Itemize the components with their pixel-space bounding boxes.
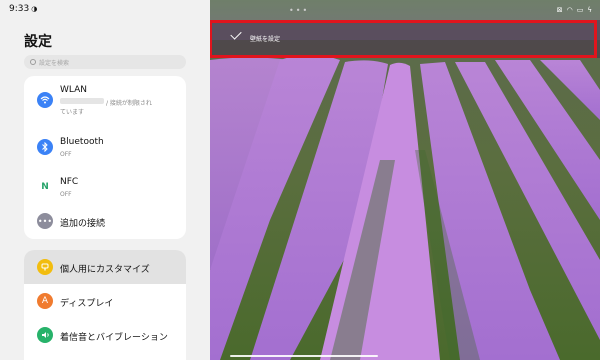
settings-pane: 9:33 ◑ 設定 設定を検索 WLAN / 接続が制限され ています Bluet… <box>0 0 210 360</box>
home-indicator[interactable] <box>210 355 600 357</box>
settings-item-more-connections[interactable]: ••• 追加の接続 <box>24 209 186 239</box>
settings-item-nfc[interactable]: N NFC OFF <box>24 171 186 205</box>
search-input[interactable]: 設定を検索 <box>24 55 186 69</box>
settings-item-status: ています <box>60 109 85 116</box>
settings-item-wlan[interactable]: WLAN / 接続が制限され ています <box>24 76 186 126</box>
wallpaper-preview: ••• ⊠ ◠ ▭ ϟ 壁紙を設定 <box>210 0 600 360</box>
settings-item-status: / 接続が制限され <box>106 100 152 107</box>
do-not-disturb-icon: ◑ <box>31 5 38 13</box>
wallpaper-field <box>210 40 600 360</box>
highlight-box <box>210 20 597 58</box>
settings-item-label: Bluetooth <box>60 137 104 147</box>
lavender-rows <box>210 55 600 360</box>
more-icon: ••• <box>37 213 53 229</box>
palette-icon <box>37 259 53 275</box>
settings-item-sound[interactable]: 着信音とバイブレーション <box>24 318 186 352</box>
search-icon <box>30 59 36 65</box>
bluetooth-icon <box>37 139 53 155</box>
connections-card: WLAN / 接続が制限され ています Bluetooth OFF N NFC … <box>24 76 186 239</box>
settings-item-status: OFF <box>60 151 72 158</box>
status-icons: ⊠ ◠ ▭ ϟ <box>557 6 592 14</box>
settings-item-label: WLAN <box>60 85 88 95</box>
status-time: 9:33 ◑ <box>9 4 38 14</box>
settings-item-label: 追加の接続 <box>60 219 106 229</box>
wifi-status-icon: ◠ <box>566 6 573 14</box>
display-icon: A <box>37 293 53 309</box>
settings-item-label: NFC <box>60 177 79 187</box>
personalization-card: 個人用にカスタマイズ A ディスプレイ 着信音とバイブレーション <box>24 250 186 360</box>
settings-item-label: 着信音とバイブレーション <box>60 333 168 343</box>
redacted-network-name <box>60 98 104 104</box>
drag-handle[interactable]: ••• <box>289 6 309 15</box>
battery-icon: ▭ <box>576 6 584 14</box>
wifi-icon <box>37 92 53 108</box>
nfc-icon: N <box>37 179 53 195</box>
search-placeholder: 設定を検索 <box>39 59 70 67</box>
settings-item-bluetooth[interactable]: Bluetooth OFF <box>24 131 186 165</box>
settings-item-status: OFF <box>60 191 72 198</box>
settings-item-personalize[interactable]: 個人用にカスタマイズ <box>24 250 186 284</box>
settings-item-display[interactable]: A ディスプレイ <box>24 284 186 318</box>
sound-icon <box>37 327 53 343</box>
settings-item-label: ディスプレイ <box>60 299 114 309</box>
charging-icon: ϟ <box>587 6 592 14</box>
page-title: 設定 <box>24 34 52 50</box>
notification-icon: ⊠ <box>556 6 563 14</box>
settings-item-label: 個人用にカスタマイズ <box>60 265 150 275</box>
